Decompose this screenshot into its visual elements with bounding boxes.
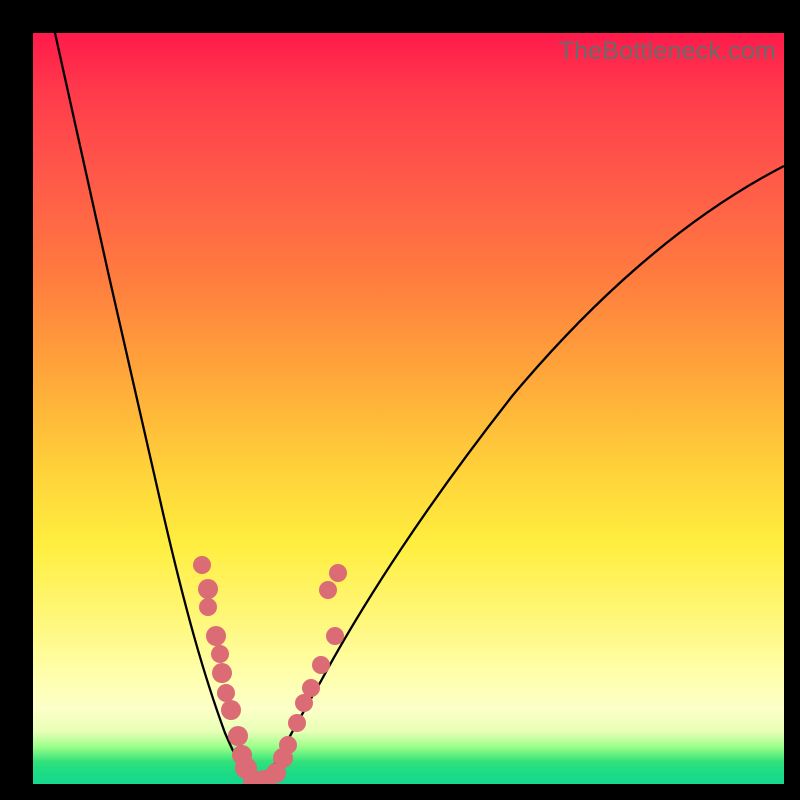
- data-dot: [312, 656, 330, 674]
- data-dot: [193, 556, 211, 574]
- data-dot: [228, 726, 248, 746]
- data-dot: [206, 626, 226, 646]
- data-dot: [288, 714, 306, 732]
- data-dot: [211, 645, 229, 663]
- data-dot: [221, 700, 241, 720]
- chart-svg: [33, 33, 784, 784]
- data-dot: [329, 564, 347, 582]
- data-dot: [212, 663, 232, 683]
- data-dot: [319, 581, 337, 599]
- data-dot: [302, 679, 320, 697]
- outer-frame: TheBottleneck.com: [0, 0, 800, 800]
- data-dot: [326, 627, 344, 645]
- data-dot: [199, 598, 217, 616]
- data-dot: [279, 736, 297, 754]
- dots-group: [193, 556, 347, 784]
- right-curve: [263, 166, 784, 784]
- data-dot: [217, 684, 235, 702]
- data-dot: [198, 579, 218, 599]
- plot-area: TheBottleneck.com: [33, 33, 784, 784]
